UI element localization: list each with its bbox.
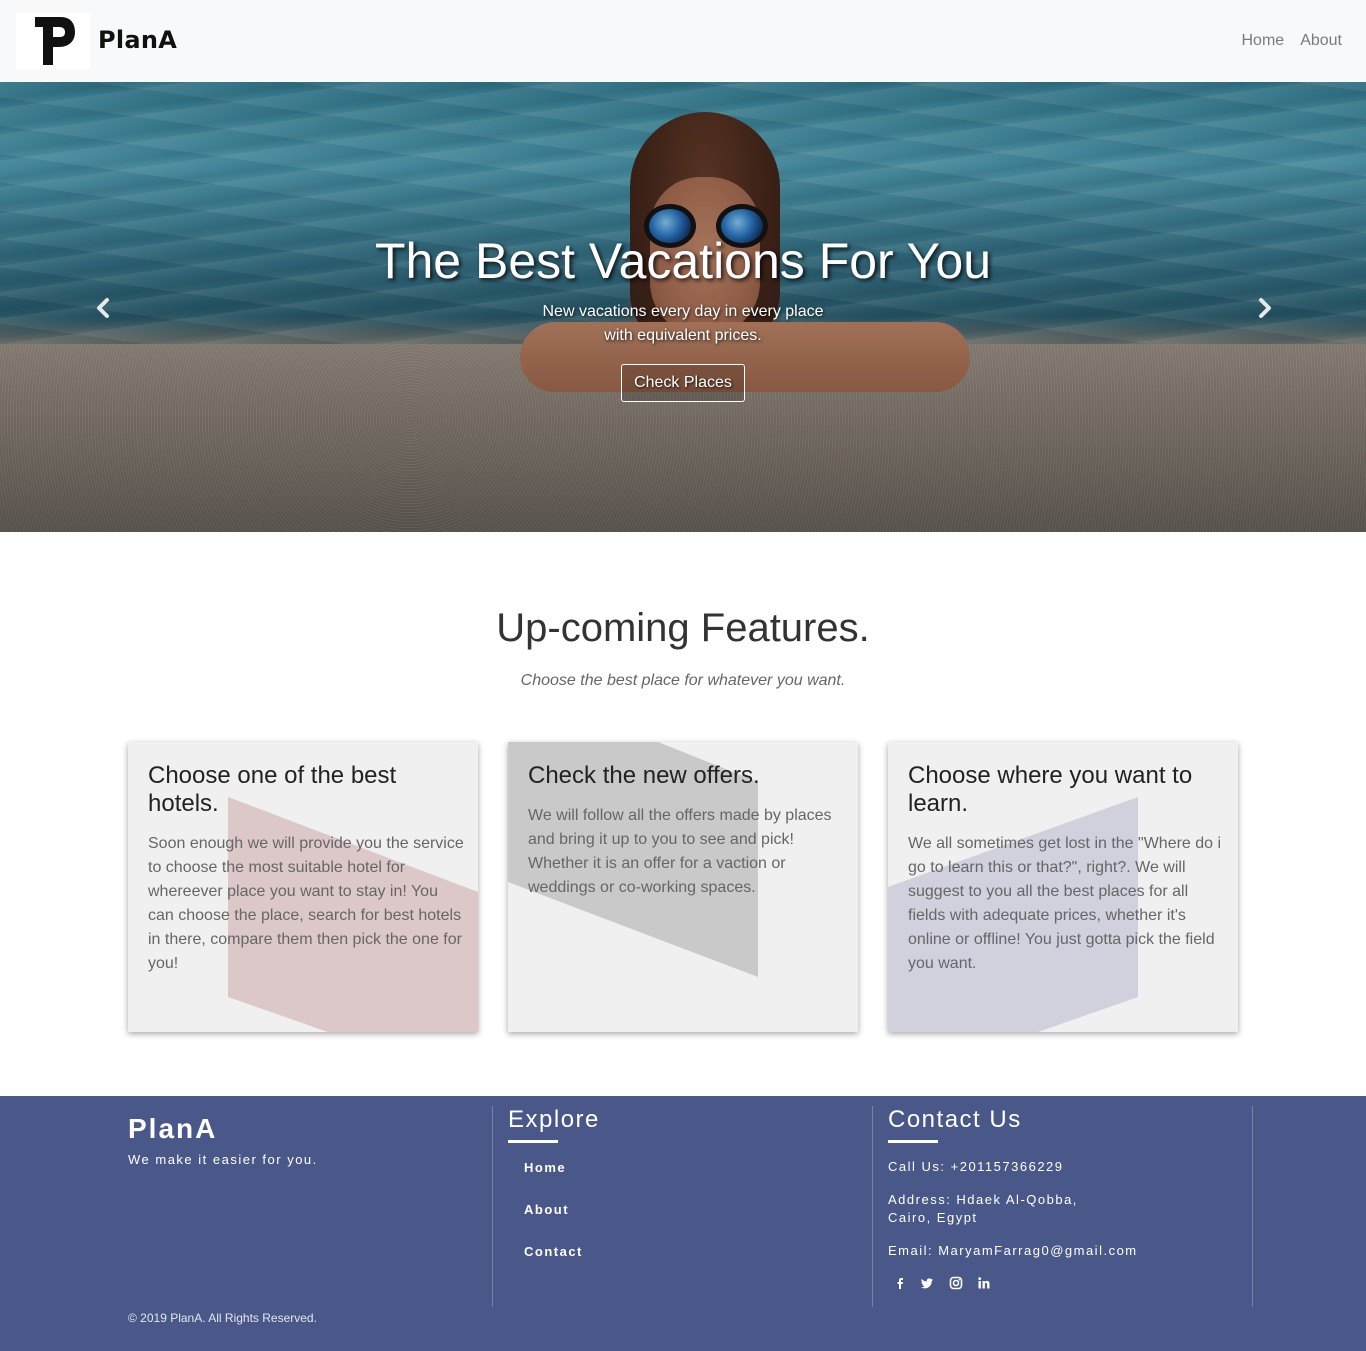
hero-carousel: The Best Vacations For You New vacations…: [0, 82, 1366, 532]
hero-title: The Best Vacations For You: [374, 233, 992, 289]
feature-card-offers: Check the new offers. We will follow all…: [508, 742, 858, 1032]
twitter-icon[interactable]: [920, 1276, 934, 1290]
nav-link-about[interactable]: About: [1300, 32, 1342, 50]
footer-link-home[interactable]: Home: [524, 1160, 566, 1175]
logo[interactable]: [16, 13, 90, 69]
facebook-icon[interactable]: [893, 1276, 907, 1290]
footer-divider: [1252, 1106, 1253, 1307]
navbar: PlanA Home About: [0, 0, 1366, 82]
linkedin-icon[interactable]: [977, 1276, 991, 1290]
footer-link-about[interactable]: About: [524, 1202, 569, 1217]
footer-address-line: Cairo, Egypt: [888, 1210, 978, 1225]
chevron-right-icon: [1259, 298, 1271, 318]
features-subtitle: Choose the best place for whatever you w…: [520, 672, 846, 689]
brand-name: PlanA: [98, 26, 178, 54]
hero-subtitle-line: with equivalent prices.: [604, 327, 762, 344]
footer-divider: [872, 1106, 873, 1307]
carousel-next-button[interactable]: [1250, 290, 1280, 326]
feature-card-text: We all sometimes get lost in the "Where …: [908, 835, 1222, 972]
features-title: Up-coming Features.: [496, 606, 870, 650]
footer-email: Email: MaryamFarrag0@gmail.com: [888, 1243, 1138, 1258]
footer-phone: Call Us: +201157366229: [888, 1159, 1064, 1174]
feature-card-text: We will follow all the offers made by pl…: [528, 807, 832, 896]
footer-divider: [492, 1106, 493, 1307]
feature-card-title: Choose one of the best hotels.: [148, 762, 397, 817]
footer-tagline: We make it easier for you.: [128, 1152, 318, 1167]
feature-card-text: Soon enough we will provide you the serv…: [148, 835, 464, 972]
footer-explore-heading: Explore: [508, 1106, 600, 1133]
carousel-prev-button[interactable]: [88, 290, 118, 326]
nav-link-home[interactable]: Home: [1242, 32, 1285, 50]
footer-heading-underline: [888, 1140, 938, 1143]
logo-p-icon: [35, 17, 75, 65]
feature-card-hotels: Choose one of the best hotels. Soon enou…: [128, 742, 478, 1032]
hero-subtitle-line: New vacations every day in every place: [542, 303, 824, 320]
footer-brand: PlanA: [128, 1113, 218, 1144]
feature-card-learn: Choose where you want to learn. We all s…: [888, 742, 1238, 1032]
instagram-icon[interactable]: [949, 1276, 963, 1290]
copyright: © 2019 PlanA. All Rights Reserved.: [128, 1311, 317, 1325]
feature-card-title: Choose where you want to learn.: [908, 762, 1193, 817]
check-places-button[interactable]: Check Places: [621, 364, 745, 402]
hero-subtitle: New vacations every day in every place w…: [533, 300, 833, 348]
footer-contact-heading: Contact Us: [888, 1106, 1022, 1133]
feature-card-title: Check the new offers.: [528, 762, 760, 789]
chevron-left-icon: [97, 298, 109, 318]
footer-address: Address: Hdaek Al-Qobba, Cairo, Egypt: [888, 1191, 1078, 1227]
footer: PlanA We make it easier for you. Explore…: [0, 1096, 1366, 1351]
footer-address-line: Address: Hdaek Al-Qobba,: [888, 1192, 1078, 1207]
footer-link-contact[interactable]: Contact: [524, 1244, 583, 1259]
nav-links: Home About: [1242, 32, 1343, 50]
footer-heading-underline: [508, 1140, 558, 1143]
